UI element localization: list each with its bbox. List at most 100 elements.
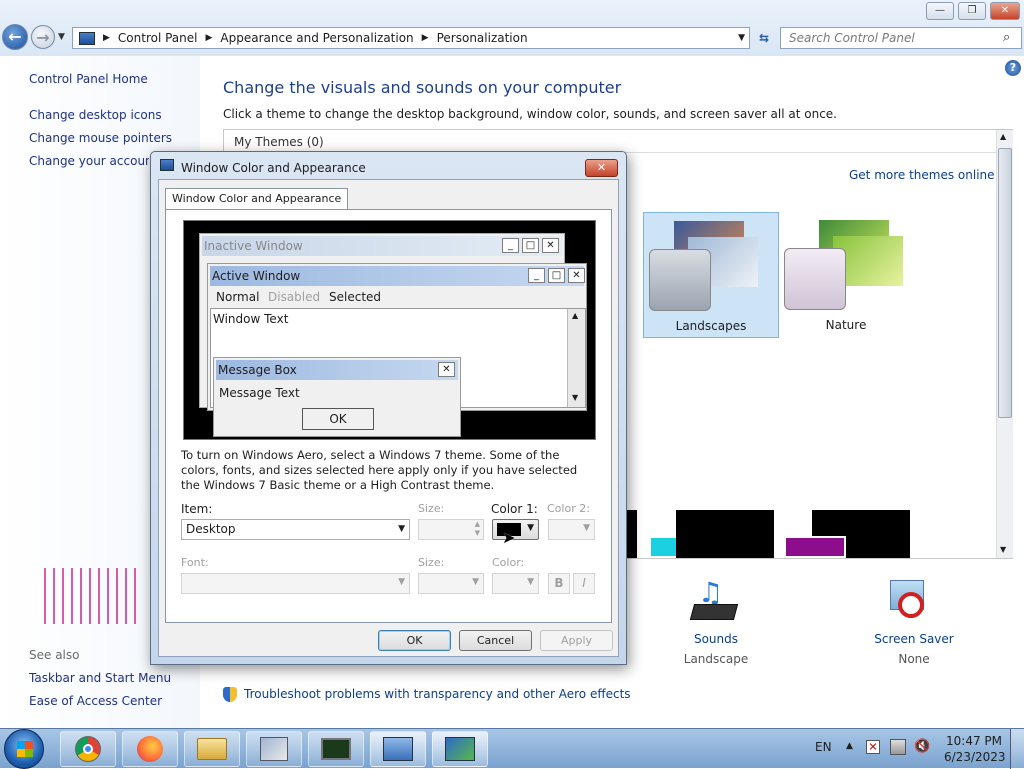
scroll-down-icon[interactable]: ▼ [1000,545,1006,554]
my-themes-heading: My Themes (0) [234,135,324,149]
control-panel-taskbar-button[interactable] [370,731,426,767]
italic-button[interactable]: I [573,573,595,594]
font-color-picker[interactable]: ▼ [492,573,539,594]
explorer-taskbar-button[interactable] [184,731,240,767]
menu-normal: Normal [216,290,260,304]
inactive-window-title: Inactive Window [204,239,303,253]
forward-button[interactable]: → [31,25,55,49]
screen-saver-link[interactable]: Screen Saver [864,632,964,646]
terminal-taskbar-button[interactable] [308,731,364,767]
bold-button[interactable]: B [548,573,570,594]
recent-pages-chevron-icon[interactable]: ▼ [58,32,65,42]
clock-time[interactable]: 10:47 PM [946,734,1002,748]
breadcrumb-separator-icon: ▶ [205,33,213,43]
personalization-taskbar-button[interactable] [432,731,488,767]
message-box-preview: Message Box ✕ Message Text OK [213,357,461,437]
language-indicator[interactable]: EN [815,740,832,754]
message-box-title: Message Box [218,363,297,377]
apply-button[interactable]: Apply [540,630,613,651]
breadcrumb-appearance[interactable]: Appearance and Personalization [220,28,413,48]
network-icon[interactable] [890,739,906,755]
firefox-icon [137,736,163,762]
change-desktop-icons-link[interactable]: Change desktop icons [29,108,162,122]
window-color-dialog: Window Color and Appearance ✕ Window Col… [150,151,627,665]
get-more-themes-link[interactable]: Get more themes online [849,168,995,182]
dialog-close-button[interactable]: ✕ [585,159,618,177]
sounds-link[interactable]: Sounds [666,632,766,646]
close-button[interactable]: ✕ [990,2,1020,20]
back-button[interactable]: ← [2,24,28,50]
restore-button[interactable]: ❐ [958,2,986,20]
appearance-preview[interactable]: Inactive Window _ □ ✕ Active Window _ □ … [183,220,596,440]
screen-saver-icon[interactable] [888,578,936,626]
breadcrumb-personalization[interactable]: Personalization [437,28,528,48]
item-value: Desktop [186,522,236,536]
ease-of-access-link[interactable]: Ease of Access Center [29,694,162,708]
page-subtitle: Click a theme to change the desktop back… [223,107,837,121]
chrome-taskbar-button[interactable] [60,731,116,767]
mouse-cursor-icon: ➤ [502,528,516,547]
scroll-up-icon[interactable]: ▲ [1000,132,1006,141]
control-panel-icon [383,737,413,761]
app-taskbar-button[interactable] [246,731,302,767]
breadcrumb-control-panel[interactable]: Control Panel [118,28,198,48]
refresh-icon[interactable]: ⇆ [753,27,775,49]
tab-window-color[interactable]: Window Color and Appearance [165,188,349,210]
volume-muted-icon[interactable]: 🔇 [914,739,930,754]
personalization-icon [445,737,475,761]
windows-logo-icon [17,741,33,757]
chevron-down-icon: ▼ [527,523,534,533]
inactive-title-bar: Inactive Window _ □ ✕ [202,236,562,256]
theme-label: Landscapes [675,319,747,333]
system-tools-icon [260,737,288,761]
taskbar-start-menu-link[interactable]: Taskbar and Start Menu [29,671,171,685]
item-dropdown[interactable]: Desktop ▼ [181,519,410,540]
firefox-taskbar-button[interactable] [122,731,178,767]
menu-selected: Selected [329,290,382,304]
high-contrast-swatch [784,536,846,558]
preview-ok-button: OK [302,408,374,430]
dialog-body: Window Color and Appearance Inactive Win… [158,179,619,657]
help-icon[interactable]: ? [1005,60,1021,76]
change-mouse-pointers-link[interactable]: Change mouse pointers [29,131,172,145]
font-dropdown[interactable]: ▼ [181,573,410,594]
preview-maximize-icon: □ [548,268,565,283]
high-contrast-thumbnail[interactable] [676,510,774,558]
cancel-button[interactable]: Cancel [459,630,532,651]
troubleshoot-link[interactable]: Troubleshoot problems with transparency … [244,687,631,701]
active-title-bar: Active Window _ □ ✕ [210,266,585,286]
theme-landscapes[interactable]: Landscapes [643,212,779,338]
screen-saver-value: None [898,652,930,666]
clock-date[interactable]: 6/23/2023 [944,750,1006,764]
start-button[interactable] [4,729,44,769]
address-bar[interactable]: ▶ Control Panel ▶ Appearance and Persona… [72,27,750,49]
show-hidden-icons[interactable]: ▲ [846,741,853,751]
shield-icon [223,687,237,702]
color1-picker[interactable]: ▼ [492,519,539,540]
show-desktop-button[interactable] [1010,729,1024,769]
minimize-button[interactable]: — [926,2,954,20]
control-panel-home-link[interactable]: Control Panel Home [29,72,148,86]
theme-list-scrollbar[interactable]: ▲ ▼ [996,130,1013,558]
theme-label: Nature [825,318,867,332]
search-input[interactable]: Search Control Panel [780,27,1022,49]
action-center-icon[interactable]: ✕ [866,740,880,754]
forward-arrow-icon: → [36,28,50,47]
control-panel-icon [79,31,95,45]
color2-picker[interactable]: ▼ [548,519,595,540]
search-icon[interactable]: ⌕ [1003,30,1010,45]
preview-close-icon: ✕ [542,238,559,253]
sounds-icon[interactable]: ♫ [689,576,742,626]
color2-label: Color 2: [547,502,590,515]
address-dropdown-icon[interactable]: ▼ [738,28,745,48]
chevron-down-icon: ▼ [472,577,479,587]
scrollbar-thumb[interactable] [998,148,1012,418]
font-size-dropdown[interactable]: ▼ [418,573,484,594]
font-label: Font: [181,556,209,569]
change-account-picture-link[interactable]: Change your account p [29,154,149,168]
spin-up-icon: ▲ [474,520,480,528]
theme-nature[interactable]: Nature [779,212,915,338]
ok-button[interactable]: OK [378,630,451,651]
piano-keys-icon [689,604,739,620]
size-spinner[interactable]: ▲ ▼ [418,519,484,540]
